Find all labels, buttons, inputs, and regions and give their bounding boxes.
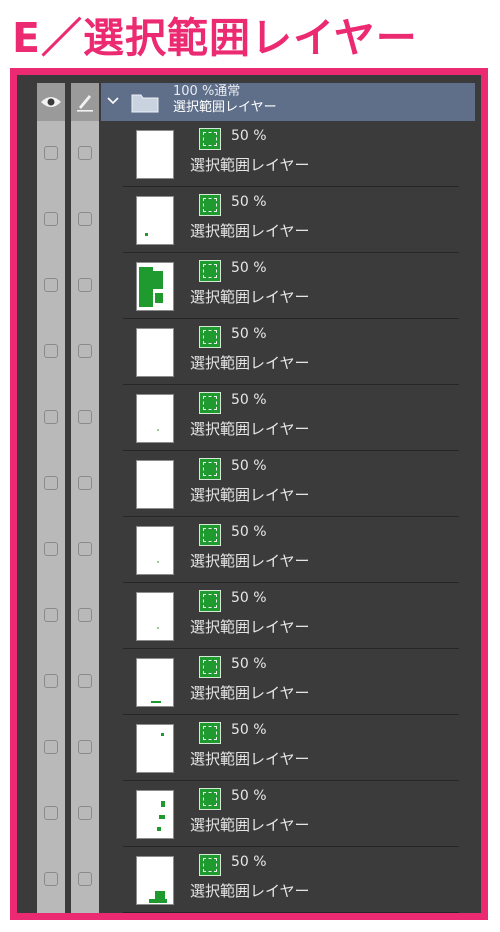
layer-opacity: 50 % bbox=[231, 854, 267, 870]
edit-lock-checkbox[interactable] bbox=[78, 344, 92, 358]
selection-color-swatch-icon bbox=[199, 260, 221, 282]
edit-lock-checkbox[interactable] bbox=[78, 278, 92, 292]
layer-row[interactable]: 50 % 選択範囲レイヤー bbox=[37, 451, 475, 517]
edit-header[interactable] bbox=[71, 83, 99, 121]
edit-lock-checkbox[interactable] bbox=[78, 476, 92, 490]
visibility-checkbox[interactable] bbox=[44, 146, 58, 160]
layer-name: 選択範囲レイヤー bbox=[190, 750, 310, 768]
edit-lock-checkbox[interactable] bbox=[78, 212, 92, 226]
edit-lock-checkbox[interactable] bbox=[78, 674, 92, 688]
layer-opacity: 50 % bbox=[231, 392, 267, 408]
selection-color-swatch-icon bbox=[199, 458, 221, 480]
layer-opacity: 50 % bbox=[231, 260, 267, 276]
layer-opacity: 50 % bbox=[231, 788, 267, 804]
visibility-checkbox[interactable] bbox=[44, 542, 58, 556]
edit-lock-checkbox[interactable] bbox=[78, 872, 92, 886]
visibility-checkbox[interactable] bbox=[44, 212, 58, 226]
layer-thumbnail bbox=[136, 460, 174, 509]
layer-thumbnail bbox=[136, 526, 174, 575]
selection-color-swatch-icon bbox=[199, 128, 221, 150]
edit-lock-checkbox[interactable] bbox=[78, 542, 92, 556]
layer-row[interactable]: 50 % 選択範囲レイヤー bbox=[37, 187, 475, 253]
folder-name: 選択範囲レイヤー bbox=[173, 100, 277, 115]
layer-panel: 100 %通常 選択範囲レイヤー 50 % 選択範囲レイヤー 50 % 選択範囲… bbox=[10, 68, 488, 920]
layer-opacity: 50 % bbox=[231, 590, 267, 606]
layer-row[interactable]: 50 % 選択範囲レイヤー bbox=[37, 319, 475, 385]
pen-icon bbox=[77, 95, 93, 112]
layer-thumbnail bbox=[136, 262, 174, 311]
visibility-checkbox[interactable] bbox=[44, 410, 58, 424]
visibility-checkbox[interactable] bbox=[44, 608, 58, 622]
layer-thumbnail bbox=[136, 724, 174, 773]
row-divider bbox=[123, 912, 459, 913]
selection-color-swatch-icon bbox=[199, 326, 221, 348]
layer-name: 選択範囲レイヤー bbox=[190, 354, 310, 372]
layer-name: 選択範囲レイヤー bbox=[190, 882, 310, 900]
layer-thumbnail bbox=[136, 658, 174, 707]
selection-color-swatch-icon bbox=[199, 656, 221, 678]
chevron-down-icon[interactable] bbox=[107, 96, 119, 106]
layer-opacity: 50 % bbox=[231, 458, 267, 474]
layer-thumbnail bbox=[136, 790, 174, 839]
layer-row[interactable]: 50 % 選択範囲レイヤー bbox=[37, 583, 475, 649]
layer-name: 選択範囲レイヤー bbox=[190, 816, 310, 834]
edit-lock-checkbox[interactable] bbox=[78, 740, 92, 754]
edit-lock-checkbox[interactable] bbox=[78, 410, 92, 424]
visibility-checkbox[interactable] bbox=[44, 872, 58, 886]
layer-thumbnail bbox=[136, 130, 174, 179]
layer-opacity: 50 % bbox=[231, 722, 267, 738]
visibility-checkbox[interactable] bbox=[44, 674, 58, 688]
page-title: E／選択範囲レイヤー bbox=[12, 14, 418, 62]
edit-lock-checkbox[interactable] bbox=[78, 146, 92, 160]
layer-opacity: 50 % bbox=[231, 194, 267, 210]
layer-row[interactable]: 50 % 選択範囲レイヤー bbox=[37, 517, 475, 583]
folder-opacity-mode: 100 %通常 bbox=[173, 84, 241, 99]
layer-row[interactable]: 50 % 選択範囲レイヤー bbox=[37, 649, 475, 715]
visibility-checkbox[interactable] bbox=[44, 476, 58, 490]
layer-row[interactable]: 50 % 選択範囲レイヤー bbox=[37, 385, 475, 451]
layer-thumbnail bbox=[136, 394, 174, 443]
visibility-checkbox[interactable] bbox=[44, 278, 58, 292]
layer-thumbnail bbox=[136, 196, 174, 245]
folder-row[interactable]: 100 %通常 選択範囲レイヤー bbox=[101, 83, 475, 121]
selection-color-swatch-icon bbox=[199, 194, 221, 216]
selection-color-swatch-icon bbox=[199, 392, 221, 414]
layer-name: 選択範囲レイヤー bbox=[190, 288, 310, 306]
layer-thumbnail bbox=[136, 592, 174, 641]
layer-thumbnail bbox=[136, 328, 174, 377]
visibility-header[interactable] bbox=[37, 83, 65, 121]
layer-opacity: 50 % bbox=[231, 128, 267, 144]
selection-color-swatch-icon bbox=[199, 788, 221, 810]
layer-name: 選択範囲レイヤー bbox=[190, 684, 310, 702]
selection-color-swatch-icon bbox=[199, 524, 221, 546]
layer-name: 選択範囲レイヤー bbox=[190, 156, 310, 174]
selection-color-swatch-icon bbox=[199, 854, 221, 876]
layer-thumbnail bbox=[136, 856, 174, 905]
visibility-checkbox[interactable] bbox=[44, 806, 58, 820]
layer-name: 選択範囲レイヤー bbox=[190, 552, 310, 570]
layer-opacity: 50 % bbox=[231, 326, 267, 342]
layer-row[interactable]: 50 % 選択範囲レイヤー bbox=[37, 847, 475, 913]
layer-opacity: 50 % bbox=[231, 656, 267, 672]
layer-row[interactable]: 50 % 選択範囲レイヤー bbox=[37, 715, 475, 781]
layer-row[interactable]: 50 % 選択範囲レイヤー bbox=[37, 781, 475, 847]
selection-color-swatch-icon bbox=[199, 590, 221, 612]
layer-name: 選択範囲レイヤー bbox=[190, 486, 310, 504]
selection-color-swatch-icon bbox=[199, 722, 221, 744]
layer-row[interactable]: 50 % 選択範囲レイヤー bbox=[37, 253, 475, 319]
layer-name: 選択範囲レイヤー bbox=[190, 222, 310, 240]
edit-lock-checkbox[interactable] bbox=[78, 806, 92, 820]
eye-icon bbox=[41, 97, 61, 107]
layer-opacity: 50 % bbox=[231, 524, 267, 540]
layer-row[interactable]: 50 % 選択範囲レイヤー bbox=[37, 121, 475, 187]
edit-lock-checkbox[interactable] bbox=[78, 608, 92, 622]
folder-icon bbox=[131, 94, 159, 113]
visibility-checkbox[interactable] bbox=[44, 740, 58, 754]
layer-name: 選択範囲レイヤー bbox=[190, 420, 310, 438]
layer-name: 選択範囲レイヤー bbox=[190, 618, 310, 636]
visibility-checkbox[interactable] bbox=[44, 344, 58, 358]
